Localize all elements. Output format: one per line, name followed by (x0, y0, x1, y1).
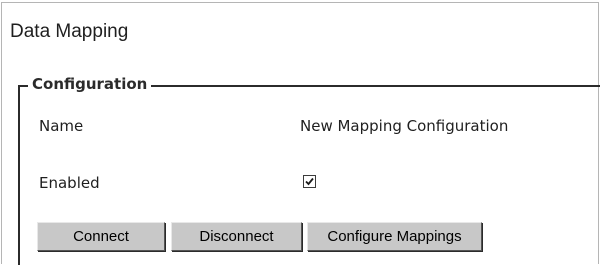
enabled-checkbox[interactable] (303, 175, 316, 188)
connect-button[interactable]: Connect (37, 222, 165, 251)
name-label: Name (39, 117, 84, 135)
checkmark-icon (305, 177, 314, 186)
enabled-label: Enabled (39, 174, 100, 192)
configure-mappings-button[interactable]: Configure Mappings (307, 222, 482, 251)
disconnect-button[interactable]: Disconnect (171, 222, 302, 251)
panel-title: Data Mapping (10, 21, 129, 42)
configuration-legend: Configuration (28, 75, 152, 93)
name-value: New Mapping Configuration (300, 117, 509, 135)
